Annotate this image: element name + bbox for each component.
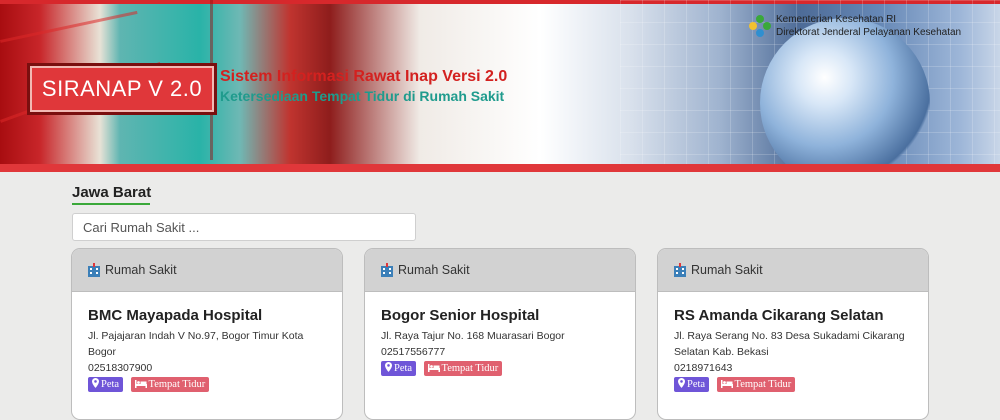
map-marker-icon xyxy=(385,362,392,372)
hospital-card: Rumah Sakit RS Amanda Cikarang Selatan J… xyxy=(657,248,929,420)
card-header: Rumah Sakit xyxy=(658,249,928,292)
beds-button-label: Tempat Tidur xyxy=(734,379,792,390)
app-badge-title: SIRANAP V 2.0 xyxy=(30,66,214,112)
bed-icon xyxy=(427,364,440,372)
hospital-address: Jl. Raya Serang No. 83 Desa Sukadami Cik… xyxy=(674,330,905,358)
hospital-icon xyxy=(674,263,686,277)
app-main-title: Sistem Informasi Rawat Inap Versi 2.0 xyxy=(220,68,508,85)
hospital-phone: 02517556777 xyxy=(381,346,446,358)
map-marker-icon xyxy=(92,378,99,388)
map-button-label: Peta xyxy=(101,379,120,390)
bed-icon xyxy=(720,380,733,388)
map-button[interactable]: Peta xyxy=(381,361,417,376)
map-button[interactable]: Peta xyxy=(88,377,124,392)
hospital-address: Jl. Pajajaran Indah V No.97, Bogor Timur… xyxy=(88,330,304,358)
banner-bottom-stripe xyxy=(0,164,1000,172)
card-header-label: Rumah Sakit xyxy=(105,263,177,277)
map-button-label: Peta xyxy=(687,379,706,390)
beds-button-label: Tempat Tidur xyxy=(441,363,499,374)
hospital-icon xyxy=(381,263,393,277)
map-marker-icon xyxy=(678,378,685,388)
hospital-name: RS Amanda Cikarang Selatan xyxy=(674,307,884,324)
hospital-icon xyxy=(88,263,100,277)
hospital-card: Rumah Sakit BMC Mayapada Hospital Jl. Pa… xyxy=(71,248,343,420)
bed-icon xyxy=(134,380,147,388)
card-header-label: Rumah Sakit xyxy=(398,263,470,277)
beds-button[interactable]: Tempat Tidur xyxy=(716,377,796,392)
directorate-name: Direktorat Jenderal Pelayanan Kesehatan xyxy=(776,27,962,38)
region-underline xyxy=(72,203,150,205)
hospital-card: Rumah Sakit Bogor Senior Hospital Jl. Ra… xyxy=(364,248,636,420)
region-title: Jawa Barat xyxy=(72,184,152,201)
hospital-name: Bogor Senior Hospital xyxy=(381,307,540,324)
hospital-name: BMC Mayapada Hospital xyxy=(88,307,263,324)
hospital-address: Jl. Raya Tajur No. 168 Muarasari Bogor xyxy=(381,330,565,342)
card-header: Rumah Sakit xyxy=(365,249,635,292)
kemenkes-logo-icon xyxy=(749,15,771,37)
banner-beam xyxy=(0,10,138,43)
card-header: Rumah Sakit xyxy=(72,249,342,292)
search-input[interactable] xyxy=(72,213,416,241)
app-subtitle: Ketersediaan Tempat Tidur di Rumah Sakit xyxy=(220,88,505,104)
map-button[interactable]: Peta xyxy=(674,377,710,392)
hospital-phone: 02518307900 xyxy=(88,362,153,374)
beds-button[interactable]: Tempat Tidur xyxy=(423,361,503,376)
hospital-phone: 0218971643 xyxy=(674,362,733,374)
map-button-label: Peta xyxy=(394,363,413,374)
beds-button-label: Tempat Tidur xyxy=(148,379,206,390)
card-header-label: Rumah Sakit xyxy=(691,263,763,277)
header-banner: SIRANAP V 2.0 Sistem Informasi Rawat Ina… xyxy=(0,0,1000,172)
ministry-name: Kementerian Kesehatan RI xyxy=(776,14,897,25)
beds-button[interactable]: Tempat Tidur xyxy=(130,377,210,392)
